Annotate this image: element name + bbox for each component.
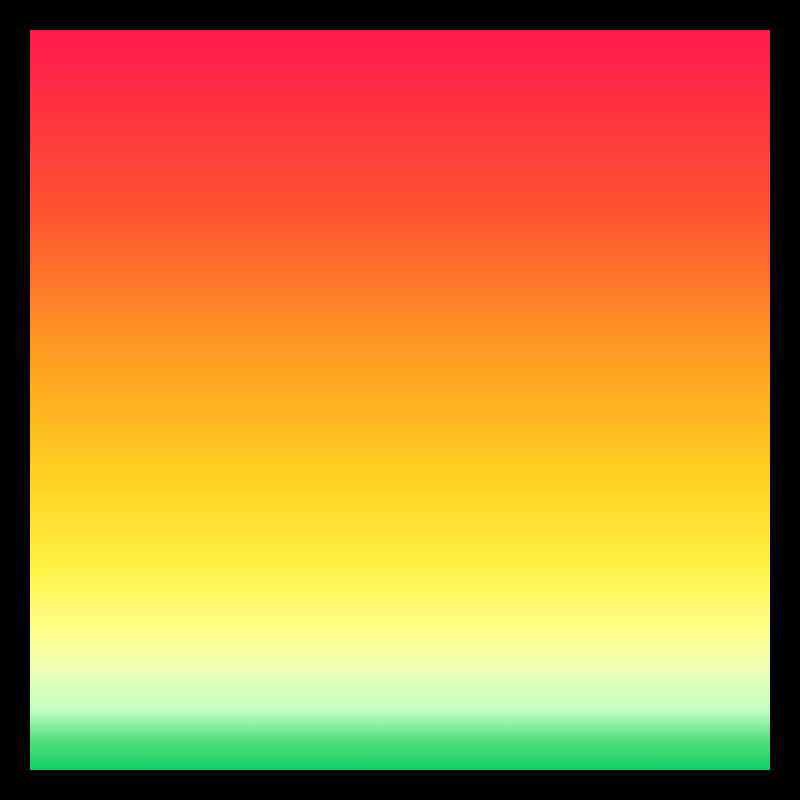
- plot-area: [30, 30, 770, 770]
- bottleneck-curve: [30, 30, 770, 770]
- chart-container: [0, 0, 800, 800]
